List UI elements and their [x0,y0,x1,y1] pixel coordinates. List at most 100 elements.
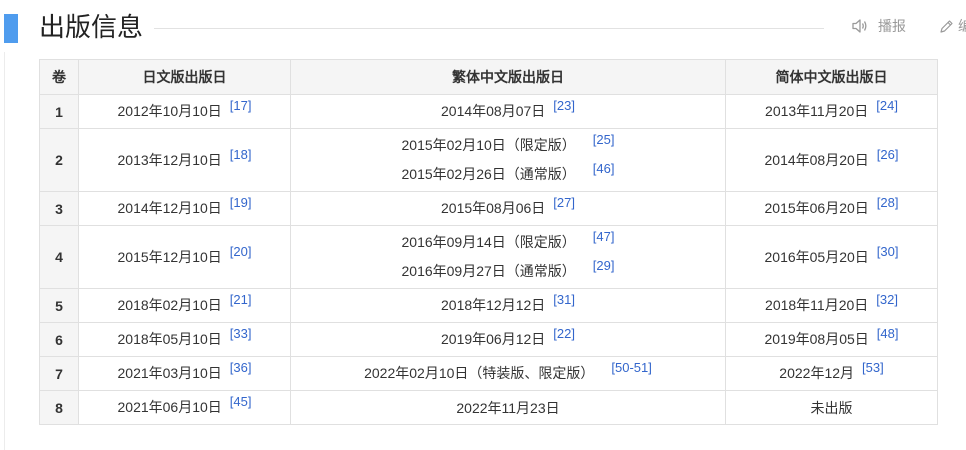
table-row: 6 2018年05月10日 [33] 2019年06月12日 [22] 2019年0… [39,322,938,357]
volume-cell: 2 [39,128,79,192]
citation-link[interactable]: [24] [876,98,898,113]
volume-cell: 1 [39,94,79,129]
pencil-icon [939,19,954,34]
cn-date: 2022年12月 [779,365,855,381]
table-row: 7 2021年03月10日 [36] 2022年02月10日（特装版、限定版） [5… [39,356,938,391]
table-row: 3 2014年12月10日 [19] 2015年08月06日 [27] 2015年0… [39,191,938,226]
table-row: 4 2015年12月10日 [20] 2016年09月14日（限定版） [47] 2… [39,225,938,289]
content-left-border [4,52,5,450]
tw-date: 2022年02月10日（特装版、限定版） [364,365,595,381]
tw-date: 2014年08月07日 [441,103,546,119]
jp-date: 2012年10月10日 [117,103,222,119]
tw-date-cell: 2015年08月06日 [27] [290,191,726,226]
jp-date-cell: 2018年05月10日 [33] [78,322,291,357]
citation-link[interactable]: [31] [553,292,575,307]
citation-link[interactable]: [26] [877,147,899,162]
cn-date-cell: 2015年06月20日 [28] [725,191,938,226]
cn-date-cell: 2018年11月20日 [32] [725,288,938,323]
cn-date-cell: 未出版 [725,390,938,425]
tw-date-cell: 2016年09月14日（限定版） [47] 2016年09月27日（通常版） [29… [290,225,726,289]
cn-date-cell: 2016年05月20日 [30] [725,225,938,289]
section-accent-bar [4,14,18,43]
citation-link[interactable]: [17] [230,98,252,113]
tw-date-cell: 2022年11月23日 [290,390,726,425]
cn-date: 2019年08月05日 [764,331,869,347]
cn-date: 2013年11月20日 [765,103,869,119]
tw-date: 2016年09月14日（限定版） [401,234,576,250]
citation-link[interactable]: [29] [593,258,615,273]
citation-link[interactable]: [45] [230,394,252,409]
cn-date-cell: 2014年08月20日 [26] [725,128,938,192]
citation-link[interactable]: [22] [553,326,575,341]
cn-date: 2016年05月20日 [764,248,869,265]
table-header-row: 卷 日文版出版日 繁体中文版出版日 简体中文版出版日 [39,59,938,95]
table-row: 8 2021年06月10日 [45] 2022年11月23日 未出版 [39,390,938,425]
tw-date: 2016年09月27日（通常版） [401,263,576,279]
cn-date: 未出版 [810,399,853,416]
cn-date: 2014年08月20日 [764,151,869,168]
citation-link[interactable]: [36] [230,360,252,375]
jp-date: 2018年05月10日 [117,331,222,347]
volume-cell: 8 [39,390,79,425]
citation-link[interactable]: [21] [230,292,252,307]
section-title: 出版信息 [39,13,144,43]
tw-date: 2022年11月23日 [456,399,560,416]
citation-link[interactable]: [48] [877,326,899,341]
header-cn-date: 简体中文版出版日 [725,59,938,95]
citation-link[interactable]: [27] [553,195,575,210]
tw-date: 2019年06月12日 [441,331,546,347]
header-jp-date: 日文版出版日 [78,59,291,95]
volume-cell: 5 [39,288,79,323]
tw-date: 2015年08月06日 [441,200,546,216]
tw-date-cell: 2018年12月12日 [31] [290,288,726,323]
tw-date-cell: 2014年08月07日 [23] [290,94,726,129]
cn-date-cell: 2019年08月05日 [48] [725,322,938,357]
cn-date-cell: 2013年11月20日 [24] [725,94,938,129]
tw-date: 2015年02月10日（限定版） [401,137,576,153]
citation-link[interactable]: [28] [877,195,899,210]
play-audio-button[interactable]: 播报 [851,14,906,38]
jp-date: 2015年12月10日 [117,248,222,265]
header-tw-date: 繁体中文版出版日 [290,59,726,95]
jp-date-cell: 2018年02月10日 [21] [78,288,291,323]
citation-link[interactable]: [46] [593,161,615,176]
citation-link[interactable]: [20] [230,244,252,259]
edit-button[interactable]: 编 [939,14,966,38]
citation-link[interactable]: [53] [862,360,884,375]
tw-date: 2015年02月26日（通常版） [401,166,576,182]
tw-date-cell: 2022年02月10日（特装版、限定版） [50-51] [290,356,726,391]
cn-date: 2015年06月20日 [764,200,869,216]
jp-date-cell: 2021年03月10日 [36] [78,356,291,391]
jp-date: 2014年12月10日 [117,200,222,216]
citation-link[interactable]: [50-51] [611,360,651,375]
table-row: 5 2018年02月10日 [21] 2018年12月12日 [31] 2018年1… [39,288,938,323]
section-header: 出版信息 播报 编 [0,0,966,56]
volume-cell: 6 [39,322,79,357]
table-row: 2 2013年12月10日 [18] 2015年02月10日（限定版） [25] 2… [39,128,938,192]
citation-link[interactable]: [19] [230,195,252,210]
cn-date: 2018年11月20日 [765,297,869,313]
citation-link[interactable]: [23] [553,98,575,113]
citation-link[interactable]: [32] [876,292,898,307]
citation-link[interactable]: [30] [877,244,899,259]
jp-date: 2018年02月10日 [117,297,222,313]
edit-label: 编 [958,19,966,35]
jp-date: 2021年03月10日 [117,365,222,381]
jp-date: 2021年06月10日 [117,399,222,415]
jp-date-cell: 2021年06月10日 [45] [78,390,291,425]
jp-date-cell: 2015年12月10日 [20] [78,225,291,289]
tw-date-cell: 2015年02月10日（限定版） [25] 2015年02月26日（通常版） [46… [290,128,726,192]
citation-link[interactable]: [33] [230,326,252,341]
table-row: 1 2012年10月10日 [17] 2014年08月07日 [23] 2013年1… [39,94,938,129]
tw-date-cell: 2019年06月12日 [22] [290,322,726,357]
header-volume: 卷 [39,59,79,95]
citation-link[interactable]: [47] [593,229,615,244]
citation-link[interactable]: [18] [230,147,252,162]
cn-date-cell: 2022年12月 [53] [725,356,938,391]
speaker-icon [851,18,868,34]
title-divider [154,28,824,29]
citation-link[interactable]: [25] [593,132,615,147]
tw-date: 2018年12月12日 [441,297,546,313]
jp-date-cell: 2013年12月10日 [18] [78,128,291,192]
jp-date: 2013年12月10日 [117,151,222,168]
